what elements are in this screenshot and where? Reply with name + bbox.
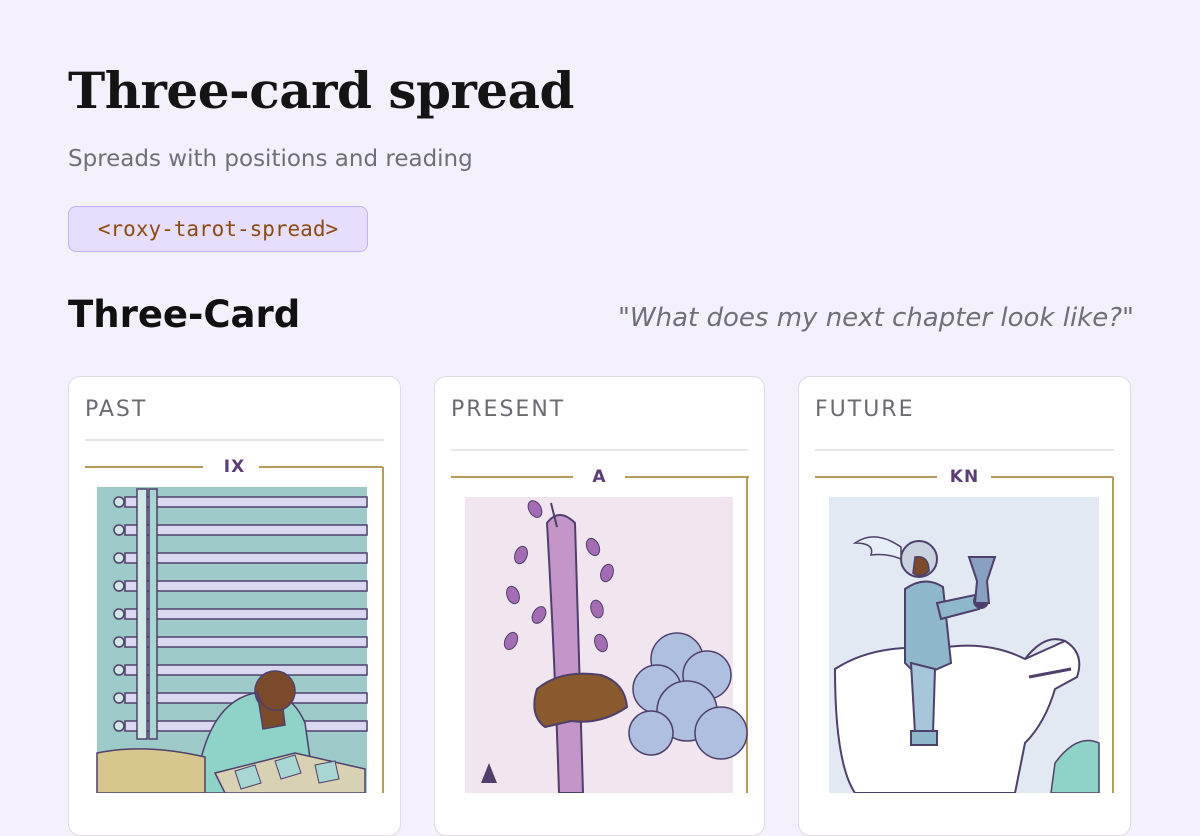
- card-present[interactable]: PRESENT A: [434, 376, 765, 836]
- spread-question: "What does my next chapter look like?": [617, 303, 1134, 333]
- position-label: PAST: [85, 397, 148, 422]
- card-future[interactable]: FUTURE KN: [798, 376, 1131, 836]
- spread-title: Three-Card: [68, 293, 301, 336]
- divider: [451, 449, 748, 451]
- ace-of-wands-illustration: [451, 476, 749, 793]
- position-label: FUTURE: [815, 397, 915, 422]
- divider: [85, 439, 384, 441]
- page-title: Three-card spread: [68, 61, 574, 120]
- knight-of-cups-illustration: [815, 476, 1114, 793]
- nine-of-swords-illustration: [85, 466, 384, 793]
- divider: [815, 449, 1114, 451]
- card-past[interactable]: PAST IX: [68, 376, 401, 836]
- position-label: PRESENT: [451, 397, 566, 422]
- page-subtitle: Spreads with positions and reading: [68, 146, 473, 172]
- component-tag: <roxy-tarot-spread>: [68, 206, 368, 252]
